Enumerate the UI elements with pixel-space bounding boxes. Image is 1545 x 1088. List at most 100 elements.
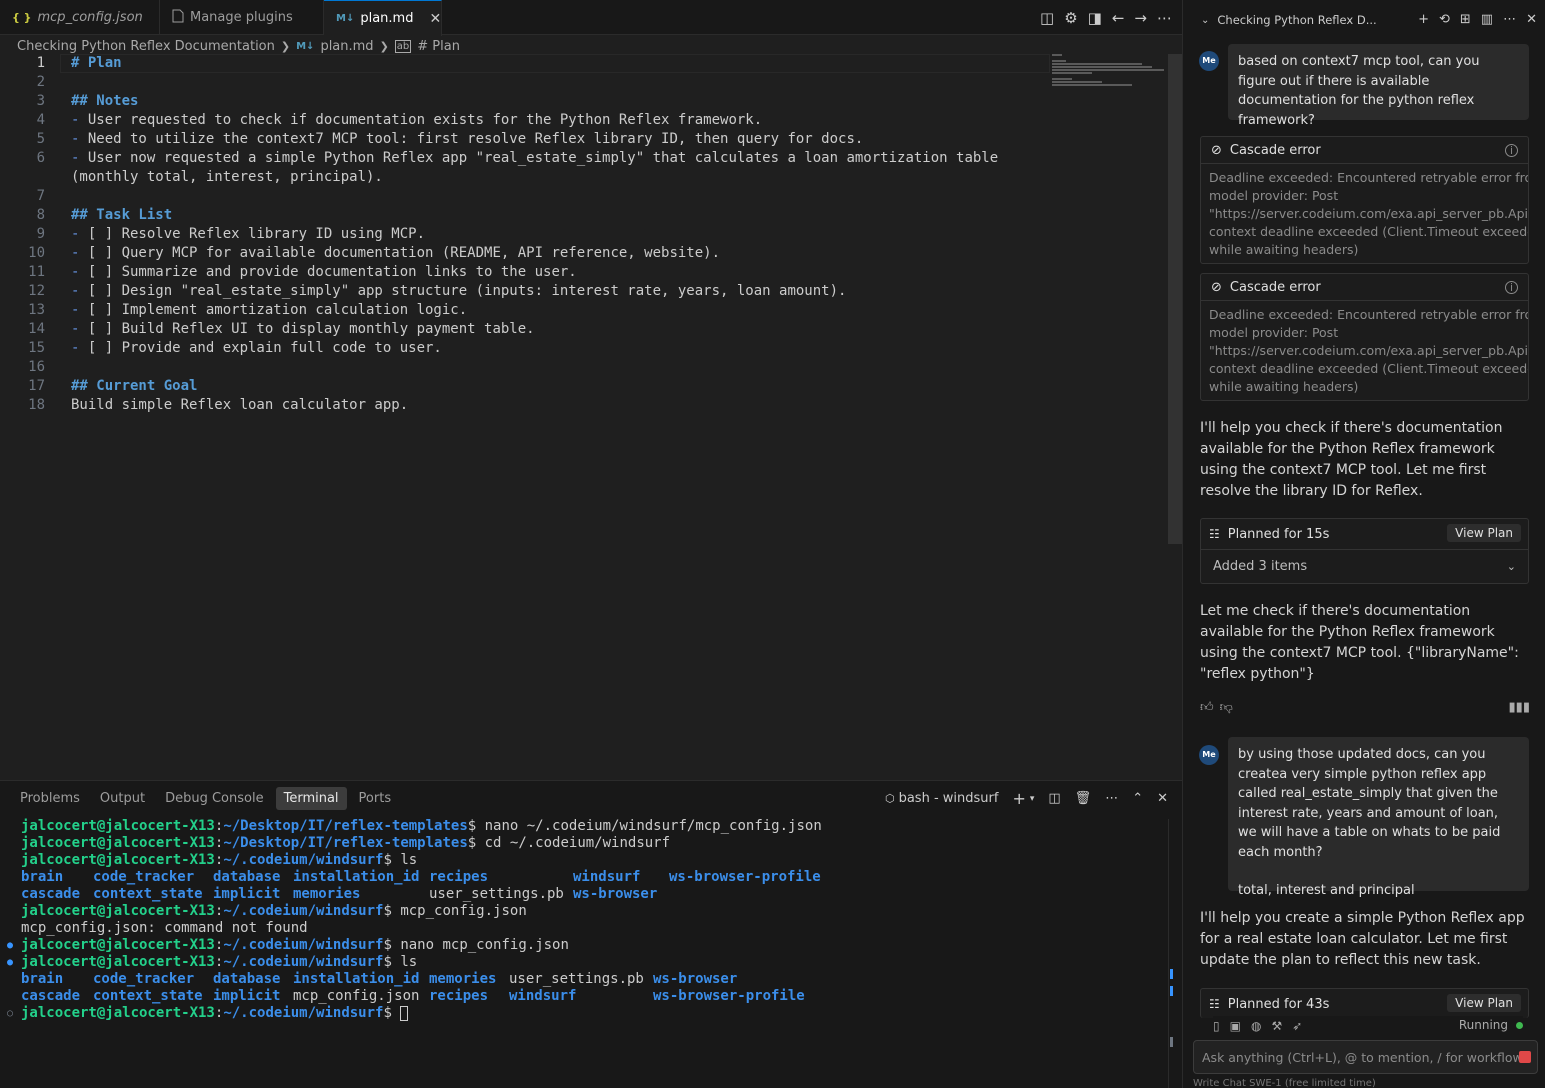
code-line[interactable]: 5 - Need to utilize the context7 MCP tool… <box>0 130 1050 149</box>
line-content: - [ ] Design "real_estate_simply" app st… <box>71 282 846 301</box>
split-terminal-icon[interactable]: ◫ <box>1048 791 1060 806</box>
more-icon[interactable]: ⋯ <box>1105 791 1118 806</box>
tab-label: Manage plugins <box>190 10 293 25</box>
chevron-down-icon[interactable]: ▾ <box>1030 794 1035 804</box>
command-decoration-icon[interactable]: ● <box>7 954 13 971</box>
trash-icon[interactable]: 🗑 <box>1075 791 1092 806</box>
terminal-selector[interactable]: ⬡ bash - windsurf <box>885 791 998 806</box>
assistant-message: I'll help you create a simple Python Ref… <box>1200 910 1525 968</box>
command-decoration-icon[interactable]: ○ <box>7 1005 13 1022</box>
terminal-cursor[interactable] <box>400 1005 409 1021</box>
code-line[interactable]: 10 - [ ] Query MCP for available document… <box>0 244 1050 263</box>
directory-entry: context_state <box>93 886 203 902</box>
chat-header-actions: + ⟲ ⊞ ▥ ⋯ ✕ <box>1418 12 1537 27</box>
chevron-up-icon[interactable]: ⌃ <box>1132 791 1143 806</box>
extensions-icon[interactable]: ⊞ <box>1460 12 1471 27</box>
breadcrumb-folder[interactable]: Checking Python Reflex Documentation <box>17 39 275 54</box>
stop-button[interactable] <box>1519 1051 1531 1063</box>
breadcrumb-symbol[interactable]: # Plan <box>417 39 460 54</box>
more-icon[interactable]: ⋯ <box>1157 9 1172 27</box>
line-content: - [ ] Provide and explain full code to u… <box>71 339 442 358</box>
close-icon[interactable]: ✕ <box>429 11 441 27</box>
code-line[interactable]: 9 - [ ] Resolve Reflex library ID using M… <box>0 225 1050 244</box>
code-line[interactable]: 7 <box>0 187 1050 206</box>
code-line[interactable]: 12 - [ ] Design "real_estate_simply" app … <box>0 282 1050 301</box>
code-line[interactable]: 16 <box>0 358 1050 377</box>
file-entry: mcp_config.json <box>293 988 420 1004</box>
view-plan-button[interactable]: View Plan <box>1447 524 1521 542</box>
tab-debug-console[interactable]: Debug Console <box>157 787 272 810</box>
tab-problems[interactable]: Problems <box>12 787 88 810</box>
editor-area: { } mcp_config.json Manage plugins M↓ pl… <box>0 0 1182 780</box>
thumbs-up-icon[interactable]: 👍︎ <box>1200 700 1214 715</box>
code-line[interactable]: 2 <box>0 73 1050 92</box>
error-header: ⊘ Cascade error i <box>1201 137 1528 164</box>
code-line[interactable]: 8 ## Task List <box>0 206 1050 225</box>
close-icon[interactable]: ✕ <box>1526 12 1537 27</box>
book-icon[interactable]: ▥ <box>1481 12 1493 27</box>
close-icon[interactable]: ✕ <box>1157 791 1168 806</box>
hammer-icon[interactable]: ⚒ <box>1271 1019 1282 1033</box>
directory-entry: implicit <box>213 886 281 902</box>
gear-icon[interactable]: ⚙ <box>1064 9 1077 27</box>
plan-expander[interactable]: Added 3 items ⌄ <box>1201 549 1528 583</box>
code-line[interactable]: 3 ## Notes <box>0 92 1050 111</box>
split-editor-icon[interactable]: ◨ <box>1088 9 1102 27</box>
code-line[interactable]: 13 - [ ] Implement amortization calculati… <box>0 301 1050 320</box>
code-line[interactable]: 17 ## Current Goal <box>0 377 1050 396</box>
file-icon[interactable]: ▯ <box>1213 1019 1220 1033</box>
info-icon[interactable]: i <box>1505 143 1518 157</box>
error-line: "https://server.codeium.com/exa.api_serv… <box>1209 206 1528 221</box>
line-content: - [ ] Query MCP for available documentat… <box>71 244 720 263</box>
code-line[interactable]: (monthly total, interest, principal). <box>0 168 1050 187</box>
globe-icon[interactable]: ◍ <box>1251 1019 1261 1033</box>
command-decoration-icon[interactable]: ● <box>7 937 13 954</box>
line-content: - User requested to check if documentati… <box>71 111 762 130</box>
prompt-path: ~/.codeium/windsurf <box>223 954 384 970</box>
terminal-scrollbar[interactable] <box>1168 819 1182 1088</box>
user-message-line <box>1238 862 1519 881</box>
tab-mcp-config[interactable]: { } mcp_config.json <box>0 0 160 35</box>
code-line[interactable]: 1 # Plan <box>0 54 1050 73</box>
tab-output[interactable]: Output <box>92 787 153 810</box>
plus-icon[interactable]: + <box>1418 12 1429 27</box>
code-line[interactable]: 4 - User requested to check if documentat… <box>0 111 1050 130</box>
more-icon[interactable]: ⋯ <box>1503 12 1516 27</box>
arrow-left-icon[interactable]: ← <box>1112 9 1125 27</box>
plan-header: ☷ Planned for 15s View Plan <box>1201 519 1528 549</box>
thumbs-down-icon[interactable]: 👎︎ <box>1220 700 1233 715</box>
editor-scrollbar[interactable] <box>1168 54 1182 544</box>
chat-title[interactable]: Checking Python Reflex D... <box>1217 13 1376 27</box>
code-line[interactable]: 6 - User now requested a simple Python Re… <box>0 149 1050 168</box>
code-line[interactable]: 18 Build simple Reflex loan calculator ap… <box>0 396 1050 415</box>
chat-input[interactable]: Ask anything (Ctrl+L), @ to mention, / f… <box>1193 1040 1538 1074</box>
arrow-right-icon[interactable]: → <box>1134 9 1147 27</box>
tab-terminal[interactable]: Terminal <box>275 787 347 810</box>
rocket-icon[interactable]: ➶ <box>1292 1019 1302 1033</box>
code-line[interactable]: 11 - [ ] Summarize and provide documentat… <box>0 263 1050 282</box>
line-number: 1 <box>36 55 45 71</box>
history-icon[interactable]: ⟲ <box>1439 12 1450 27</box>
open-preview-icon[interactable]: ◫ <box>1040 9 1054 27</box>
view-plan-button[interactable]: View Plan <box>1447 994 1521 1012</box>
tab-ports[interactable]: Ports <box>351 787 400 810</box>
symbol-icon: ab <box>394 39 412 53</box>
chat-input-placeholder: Ask anything (Ctrl+L), @ to mention, / f… <box>1202 1049 1530 1065</box>
code-line[interactable]: 15 - [ ] Provide and explain full code to… <box>0 339 1050 358</box>
chevron-down-icon[interactable]: ⌄ <box>1201 15 1209 26</box>
plan-title: Planned for 43s <box>1227 996 1330 1012</box>
info-icon[interactable]: i <box>1505 280 1518 294</box>
stats-icon[interactable]: ▮▮▮ <box>1509 700 1530 715</box>
line-text: ## Current Goal <box>71 378 198 394</box>
directory-entry: recipes <box>429 988 489 1004</box>
terminal-output[interactable]: jalcocert@jalcocert-X13:~/Desktop/IT/ref… <box>7 818 1161 1022</box>
breadcrumb-file[interactable]: plan.md <box>320 39 373 54</box>
terminal-icon[interactable]: ▣ <box>1230 1019 1241 1033</box>
plus-icon[interactable]: + <box>1012 789 1025 808</box>
tab-plan-md[interactable]: M↓ plan.md ✕ <box>324 0 442 36</box>
tab-manage-plugins[interactable]: Manage plugins <box>160 0 324 35</box>
mode-footer[interactable]: Write Chat SWE-1 (free limited time) <box>1193 1078 1538 1088</box>
line-text: User now requested a simple Python Refle… <box>87 150 999 166</box>
minimap[interactable] <box>1052 54 1170 94</box>
code-line[interactable]: 14 - [ ] Build Reflex UI to display month… <box>0 320 1050 339</box>
